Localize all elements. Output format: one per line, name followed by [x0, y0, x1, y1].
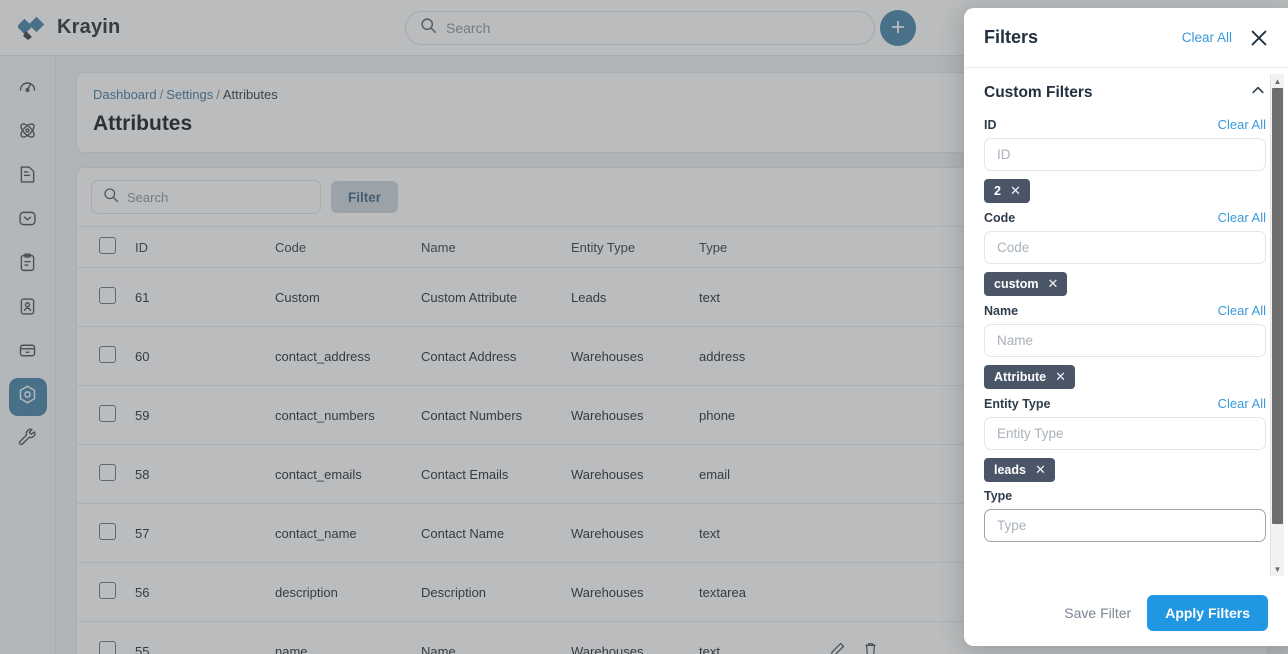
- filter-chips: leads ✕: [984, 458, 1266, 482]
- filters-drawer-footer: Save Filter Apply Filters: [964, 580, 1288, 646]
- remove-chip-icon[interactable]: ✕: [1055, 369, 1066, 385]
- filter-input-id[interactable]: [984, 138, 1266, 171]
- filter-input-name[interactable]: [984, 324, 1266, 357]
- scrollbar-down-arrow[interactable]: ▼: [1271, 562, 1284, 576]
- filter-chip-label: leads: [994, 463, 1026, 477]
- filter-chip-label: custom: [994, 277, 1039, 291]
- remove-chip-icon[interactable]: ✕: [1047, 276, 1058, 292]
- filter-field-label-row: Type: [984, 489, 1266, 503]
- custom-filters-section-header[interactable]: Custom Filters: [984, 82, 1266, 103]
- filter-field-label: Type: [984, 489, 1013, 503]
- filter-chip[interactable]: custom ✕: [984, 272, 1068, 296]
- scrollbar-thumb[interactable]: [1272, 88, 1283, 525]
- clear-all-filters-link[interactable]: Clear All: [1182, 30, 1232, 45]
- filter-field-label-row: Name Clear All: [984, 303, 1266, 318]
- filter-chip[interactable]: Attribute ✕: [984, 365, 1075, 389]
- filter-field-label: Code: [984, 210, 1016, 225]
- filters-drawer-header: Filters Clear All: [964, 8, 1288, 68]
- remove-chip-icon[interactable]: ✕: [1035, 462, 1046, 478]
- filter-field-label: Entity Type: [984, 396, 1051, 411]
- filters-drawer: Filters Clear All Custom Filters ID Clear…: [964, 8, 1288, 646]
- filter-field-label-row: Code Clear All: [984, 210, 1266, 225]
- filters-drawer-body: Custom Filters IDClear All2✕CodeClear Al…: [964, 68, 1288, 580]
- apply-filters-button[interactable]: Apply Filters: [1147, 595, 1268, 631]
- remove-chip-icon[interactable]: ✕: [1010, 183, 1021, 199]
- filter-input-code[interactable]: [984, 231, 1266, 264]
- chevron-up-icon[interactable]: [1250, 82, 1266, 103]
- filter-chip[interactable]: 2 ✕: [984, 179, 1030, 203]
- filter-field-type: Type: [984, 489, 1266, 542]
- filter-chips: 2 ✕: [984, 179, 1266, 203]
- filter-chip-label: 2: [994, 184, 1001, 198]
- filter-field-clear-all[interactable]: Clear All: [1218, 210, 1266, 225]
- close-icon[interactable]: [1248, 27, 1270, 49]
- filter-field-label: Name: [984, 303, 1019, 318]
- filter-chip-label: Attribute: [994, 370, 1047, 384]
- filter-fields-list: IDClear All2✕CodeClear Allcustom✕NameCle…: [984, 117, 1266, 542]
- custom-filters-title: Custom Filters: [984, 83, 1093, 101]
- filter-field-label-row: Entity Type Clear All: [984, 396, 1266, 411]
- save-filter-button[interactable]: Save Filter: [1064, 605, 1131, 621]
- app-root: Krayin Search Dashboard / Settings / Att…: [0, 0, 1288, 654]
- filter-field-clear-all[interactable]: Clear All: [1218, 303, 1266, 318]
- filter-field-clear-all[interactable]: Clear All: [1218, 396, 1266, 411]
- filter-chips: Attribute ✕: [984, 365, 1266, 389]
- scrollbar-up-arrow[interactable]: ▲: [1271, 74, 1284, 88]
- filter-field-code: Code Clear All custom ✕: [984, 210, 1266, 296]
- filter-chip[interactable]: leads ✕: [984, 458, 1055, 482]
- scrollbar-track[interactable]: [1271, 88, 1284, 562]
- filter-field-label-row: ID Clear All: [984, 117, 1266, 132]
- filter-field-name: Name Clear All Attribute ✕: [984, 303, 1266, 389]
- filter-chips: custom ✕: [984, 272, 1266, 296]
- filter-field-label: ID: [984, 117, 997, 132]
- filter-input-type[interactable]: [984, 509, 1266, 542]
- filters-title: Filters: [984, 27, 1039, 47]
- filter-field-entity-type: Entity Type Clear All leads ✕: [984, 396, 1266, 482]
- filter-field-clear-all[interactable]: Clear All: [1218, 117, 1266, 132]
- filter-input-entity-type[interactable]: [984, 417, 1266, 450]
- filters-scrollbar[interactable]: ▲ ▼: [1270, 74, 1284, 576]
- filter-field-id: IDClear All2✕: [984, 117, 1266, 203]
